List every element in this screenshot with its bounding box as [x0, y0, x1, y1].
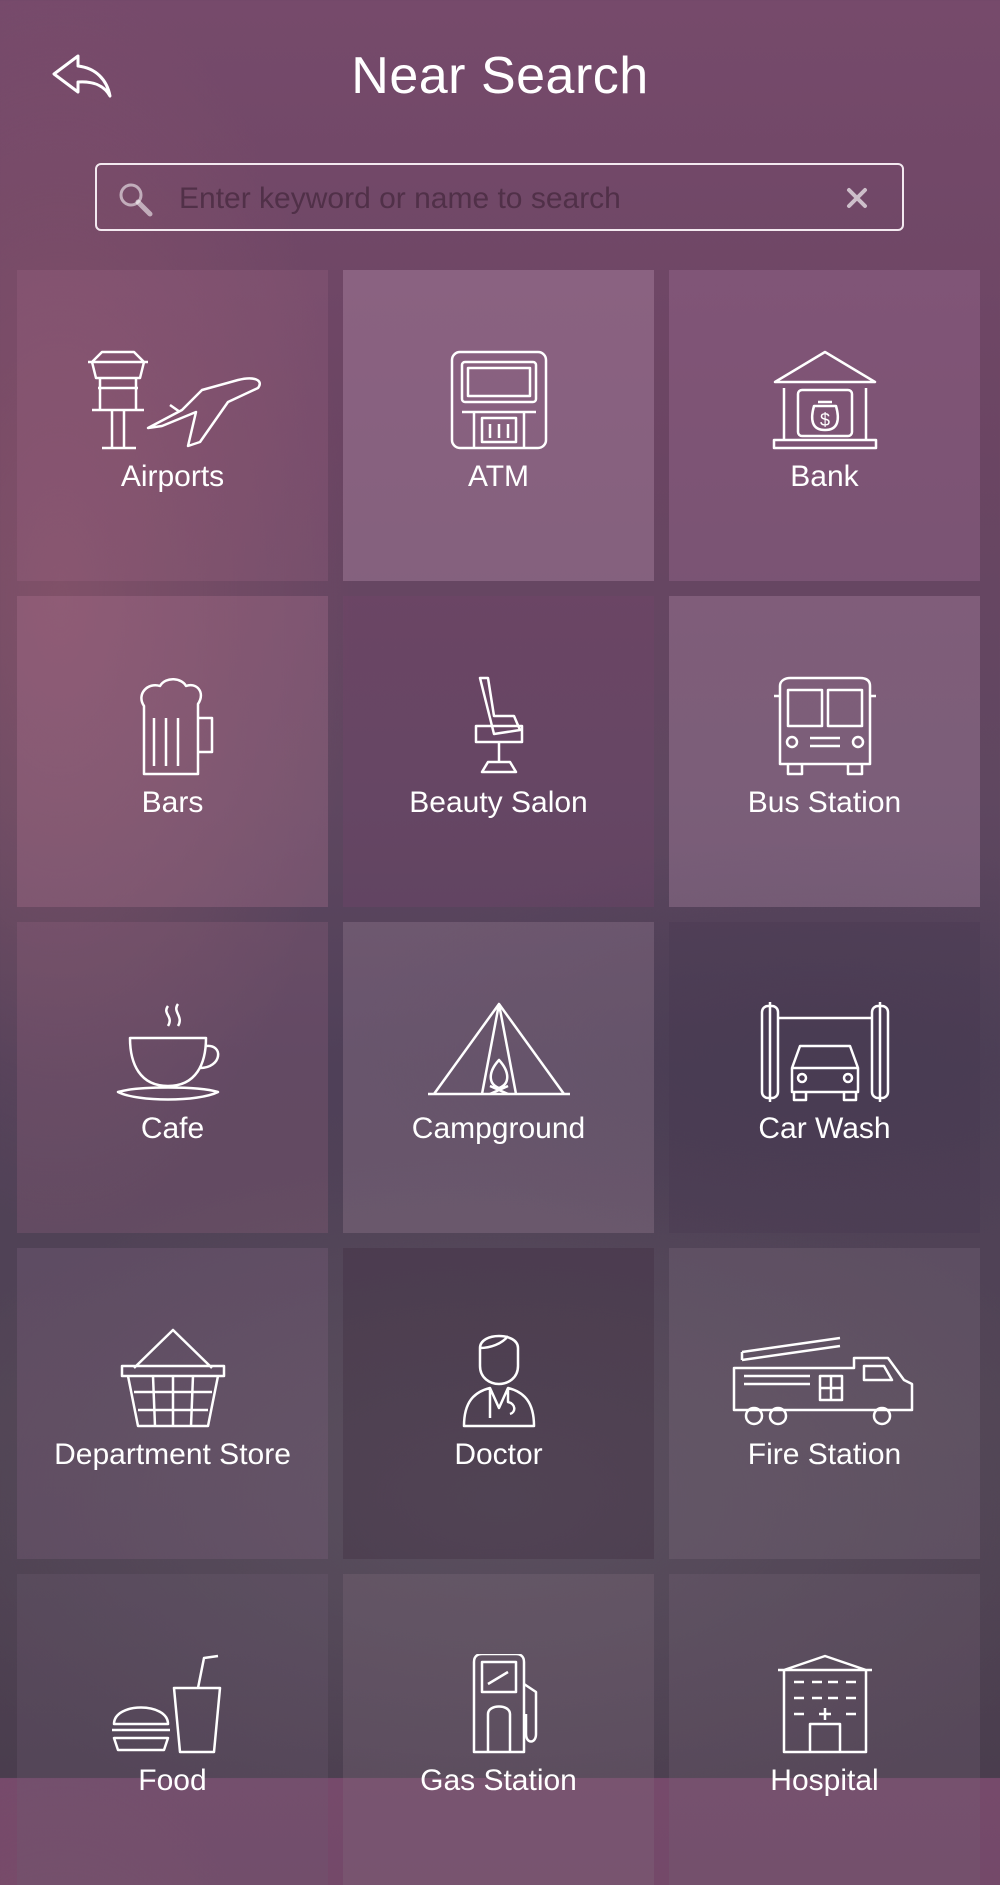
coffee-cup-icon — [116, 1003, 219, 1101]
tent-icon — [427, 1002, 570, 1096]
tile-gas-station[interactable]: Gas Station — [343, 1574, 654, 1885]
tile-label: Beauty Salon — [409, 786, 588, 819]
hospital-icon — [777, 1654, 872, 1754]
tile-label: Campground — [411, 1112, 586, 1145]
close-icon[interactable] — [842, 183, 872, 213]
airport-icon — [87, 350, 261, 450]
atm-icon — [450, 350, 547, 450]
search-input[interactable] — [177, 175, 801, 223]
tile-label: Airports — [120, 460, 225, 493]
app-header: Near Search — [0, 0, 1000, 160]
tile-label: Cafe — [140, 1112, 205, 1145]
tile-label: Bank — [790, 460, 859, 493]
tile-department-store[interactable]: Department Store — [17, 1248, 328, 1559]
tile-bank[interactable]: $ Bank — [669, 270, 980, 581]
tile-airports[interactable]: Airports — [17, 270, 328, 581]
bus-icon — [773, 676, 876, 776]
tile-bus-station[interactable]: Bus Station — [669, 596, 980, 907]
search-bar — [95, 163, 904, 231]
beer-mug-icon — [139, 678, 213, 776]
tile-label: Bus Station — [747, 786, 902, 819]
tile-bars[interactable]: Bars — [17, 596, 328, 907]
search-icon — [119, 183, 153, 217]
tile-cafe[interactable]: Cafe — [17, 922, 328, 1233]
tile-label: Hospital — [770, 1764, 879, 1797]
page-title: Near Search — [351, 47, 649, 105]
food-icon — [111, 1654, 221, 1754]
svg-text:$: $ — [819, 410, 829, 430]
tile-label: Fire Station — [747, 1438, 902, 1471]
fire-truck-icon — [732, 1336, 913, 1426]
gas-pump-icon — [472, 1654, 537, 1754]
tile-label: Department Store — [54, 1438, 291, 1471]
tile-label: Gas Station — [420, 1764, 577, 1797]
doctor-icon — [462, 1334, 535, 1428]
tile-beauty-salon[interactable]: Beauty Salon — [343, 596, 654, 907]
tile-campground[interactable]: Campground — [343, 922, 654, 1233]
tile-hospital[interactable]: Hospital — [669, 1574, 980, 1885]
car-wash-icon — [760, 1002, 889, 1102]
tile-car-wash[interactable]: Car Wash — [669, 922, 980, 1233]
bank-icon: $ — [772, 350, 877, 450]
tile-doctor[interactable]: Doctor — [343, 1248, 654, 1559]
tile-fire-station[interactable]: Fire Station — [669, 1248, 980, 1559]
tile-label: Doctor — [454, 1438, 543, 1471]
tile-label: Food — [138, 1764, 207, 1797]
basket-icon — [120, 1328, 225, 1428]
tile-atm[interactable]: ATM — [343, 270, 654, 581]
tile-label: ATM — [467, 460, 530, 493]
tile-label: Car Wash — [758, 1112, 891, 1145]
salon-chair-icon — [474, 676, 523, 774]
tile-label: Bars — [141, 786, 204, 819]
tile-food[interactable]: Food — [17, 1574, 328, 1885]
